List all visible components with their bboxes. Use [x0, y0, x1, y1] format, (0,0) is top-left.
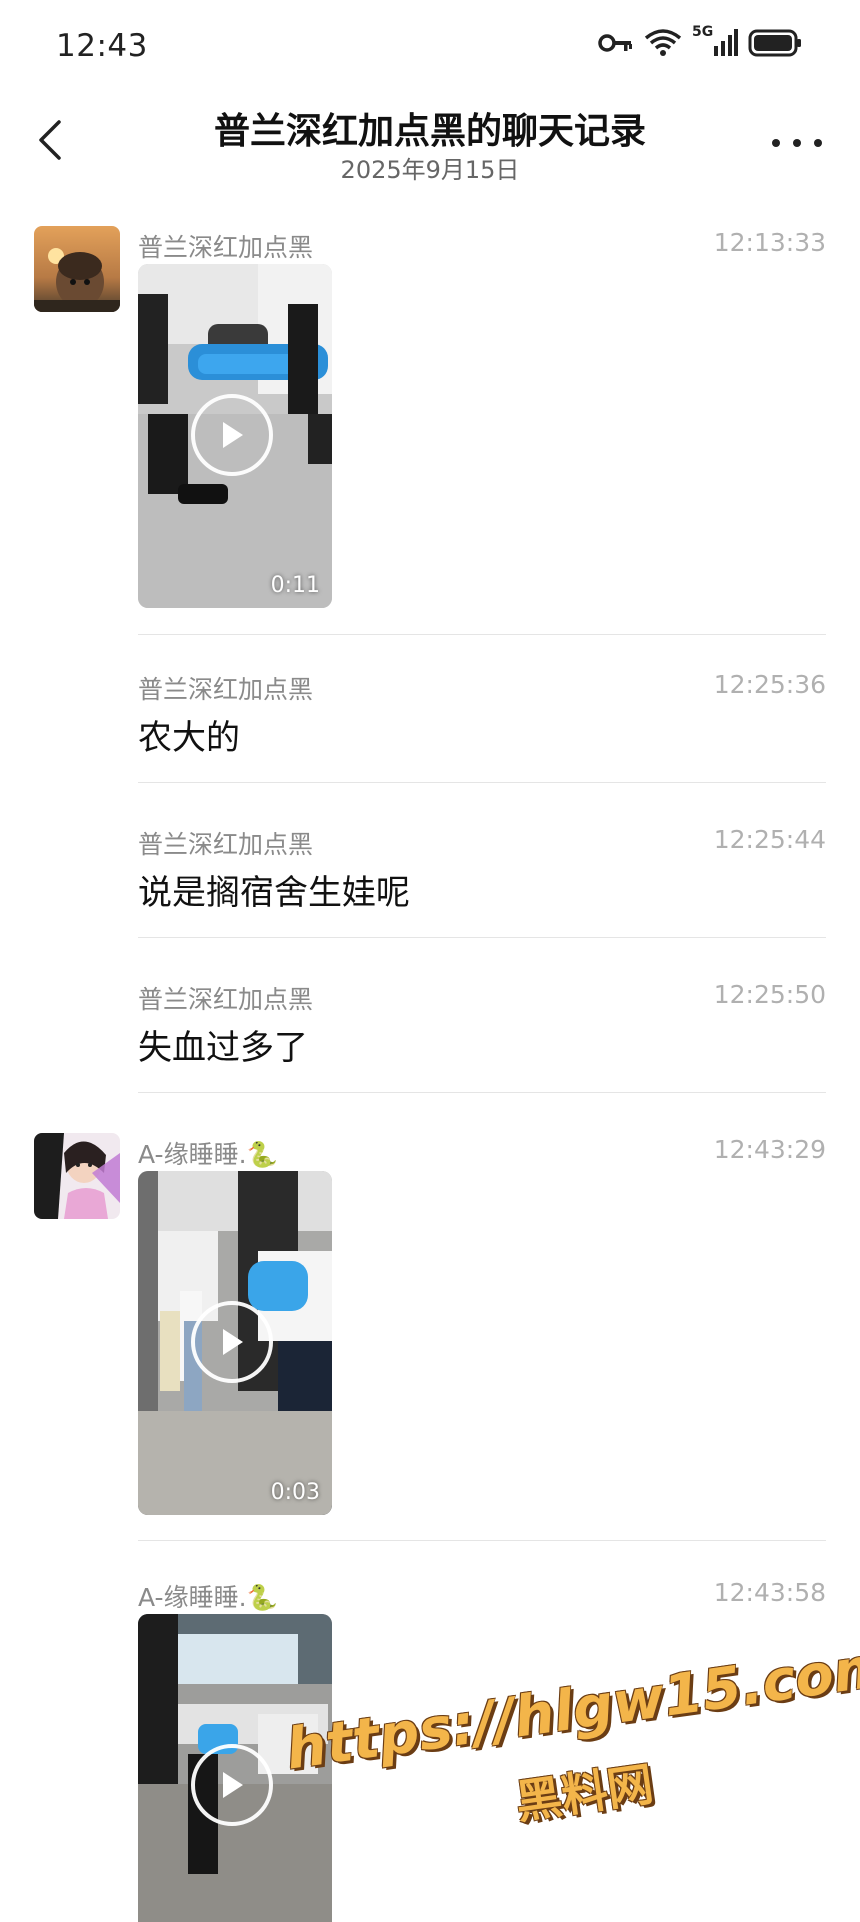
page-title: 普兰深红加点黑的聊天记录: [213, 111, 646, 152]
chat-history-page: 12:43 5G 普兰深红加点黑的聊天记录 2025年9月15日 普兰深红加点黑…: [0, 0, 860, 1922]
5g-signal-icon: 5G: [692, 24, 738, 58]
message-text: 失血过多了: [138, 1028, 308, 1068]
play-icon: [191, 394, 273, 476]
sender-name: 普兰深红加点黑: [138, 233, 314, 262]
message-item: A-缘睡睡.🐍 12:43:29 0:03: [0, 1133, 860, 1543]
header: 普兰深红加点黑的聊天记录 2025年9月15日: [0, 100, 860, 190]
video-message[interactable]: 0:11: [138, 264, 332, 608]
play-icon: [191, 1744, 273, 1826]
divider: [138, 782, 826, 783]
message-time: 12:25:50: [713, 980, 826, 1009]
more-dot: [772, 139, 780, 147]
message-item: 普兰深红加点黑 12:25:50 失血过多了: [0, 978, 860, 1088]
battery-icon: [748, 29, 802, 57]
video-duration: 0:11: [270, 573, 320, 598]
avatar[interactable]: [34, 226, 120, 312]
message-time: 12:43:58: [713, 1578, 826, 1607]
play-icon: [191, 1301, 273, 1383]
sender-name: A-缘睡睡.🐍: [138, 1140, 278, 1169]
more-dot: [814, 139, 822, 147]
sender-name: 普兰深红加点黑: [138, 675, 314, 704]
more-button[interactable]: [772, 128, 822, 158]
message-time: 12:43:29: [713, 1135, 826, 1164]
message-time: 12:25:44: [713, 825, 826, 854]
message-item: 普兰深红加点黑 12:13:33 0:11: [0, 226, 860, 636]
status-bar: 12:43 5G: [0, 0, 860, 100]
divider: [138, 937, 826, 938]
avatar[interactable]: [34, 1133, 120, 1219]
message-time: 12:13:33: [713, 228, 826, 257]
sender-name: 普兰深红加点黑: [138, 985, 314, 1014]
video-duration: 0:03: [270, 1480, 320, 1505]
sender-name: A-缘睡睡.🐍: [138, 1583, 278, 1612]
message-item: 普兰深红加点黑 12:25:44 说是搁宿舍生娃呢: [0, 823, 860, 933]
divider: [138, 1540, 826, 1541]
message-item: 普兰深红加点黑 12:25:36 农大的: [0, 668, 860, 778]
more-dot: [793, 139, 801, 147]
sender-name: 普兰深红加点黑: [138, 830, 314, 859]
status-icons: 5G: [598, 24, 802, 58]
video-message[interactable]: [138, 1614, 332, 1922]
message-text: 说是搁宿舍生娃呢: [138, 873, 410, 913]
status-time: 12:43: [56, 28, 148, 64]
message-text: 农大的: [138, 718, 240, 758]
message-item: A-缘睡睡.🐍 12:43:58: [0, 1576, 860, 1922]
video-message[interactable]: 0:03: [138, 1171, 332, 1515]
divider: [138, 1092, 826, 1093]
message-time: 12:25:36: [713, 670, 826, 699]
key-icon: [598, 32, 634, 54]
divider: [138, 634, 826, 635]
wifi-icon: [644, 28, 682, 58]
page-date: 2025年9月15日: [340, 156, 520, 184]
